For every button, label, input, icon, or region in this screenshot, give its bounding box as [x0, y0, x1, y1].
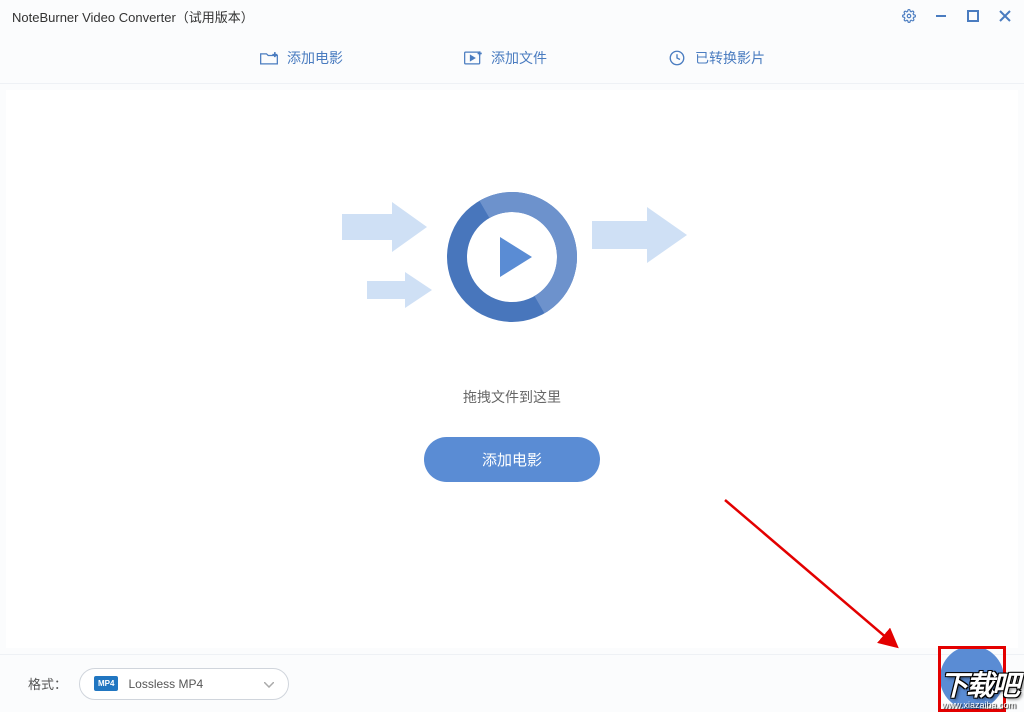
chevron-down-icon [264, 675, 274, 693]
play-circle-icon [447, 192, 577, 322]
format-badge-icon: MP4 [94, 676, 118, 691]
settings-icon[interactable] [902, 9, 916, 23]
play-plus-icon [463, 49, 483, 67]
arrow-icon [592, 207, 692, 268]
center-graphic [342, 177, 682, 337]
toolbar-label: 已转换影片 [695, 48, 765, 68]
format-selector[interactable]: MP4 Lossless MP4 [79, 668, 289, 700]
toolbar-label: 添加文件 [491, 48, 547, 68]
drop-hint-text: 拖拽文件到这里 [463, 387, 561, 407]
bottom-bar: 格式： MP4 Lossless MP4 [0, 654, 1024, 712]
clock-icon [667, 49, 687, 67]
minimize-icon[interactable] [934, 9, 948, 23]
add-file-toolbar[interactable]: 添加文件 [463, 48, 547, 68]
app-window: NoteBurner Video Converter（试用版本） 添加电影 [0, 0, 1024, 712]
app-title: NoteBurner Video Converter（试用版本） [12, 7, 902, 26]
titlebar-controls [902, 9, 1012, 23]
format-value: Lossless MP4 [128, 677, 254, 691]
convert-button[interactable] [940, 646, 1004, 710]
add-movie-button[interactable]: 添加电影 [424, 437, 600, 482]
add-movie-toolbar[interactable]: 添加电影 [259, 48, 343, 68]
arrow-icon [342, 202, 432, 257]
arrow-icon [367, 272, 437, 313]
format-label: 格式： [28, 674, 67, 693]
close-icon[interactable] [998, 9, 1012, 23]
titlebar: NoteBurner Video Converter（试用版本） [0, 0, 1024, 32]
toolbar-label: 添加电影 [287, 48, 343, 68]
drop-zone[interactable]: 拖拽文件到这里 添加电影 [6, 90, 1018, 648]
maximize-icon[interactable] [966, 9, 980, 23]
play-icon [500, 237, 532, 277]
folder-plus-icon [259, 49, 279, 67]
converted-toolbar[interactable]: 已转换影片 [667, 48, 765, 68]
toolbar: 添加电影 添加文件 已转换影片 [0, 32, 1024, 84]
